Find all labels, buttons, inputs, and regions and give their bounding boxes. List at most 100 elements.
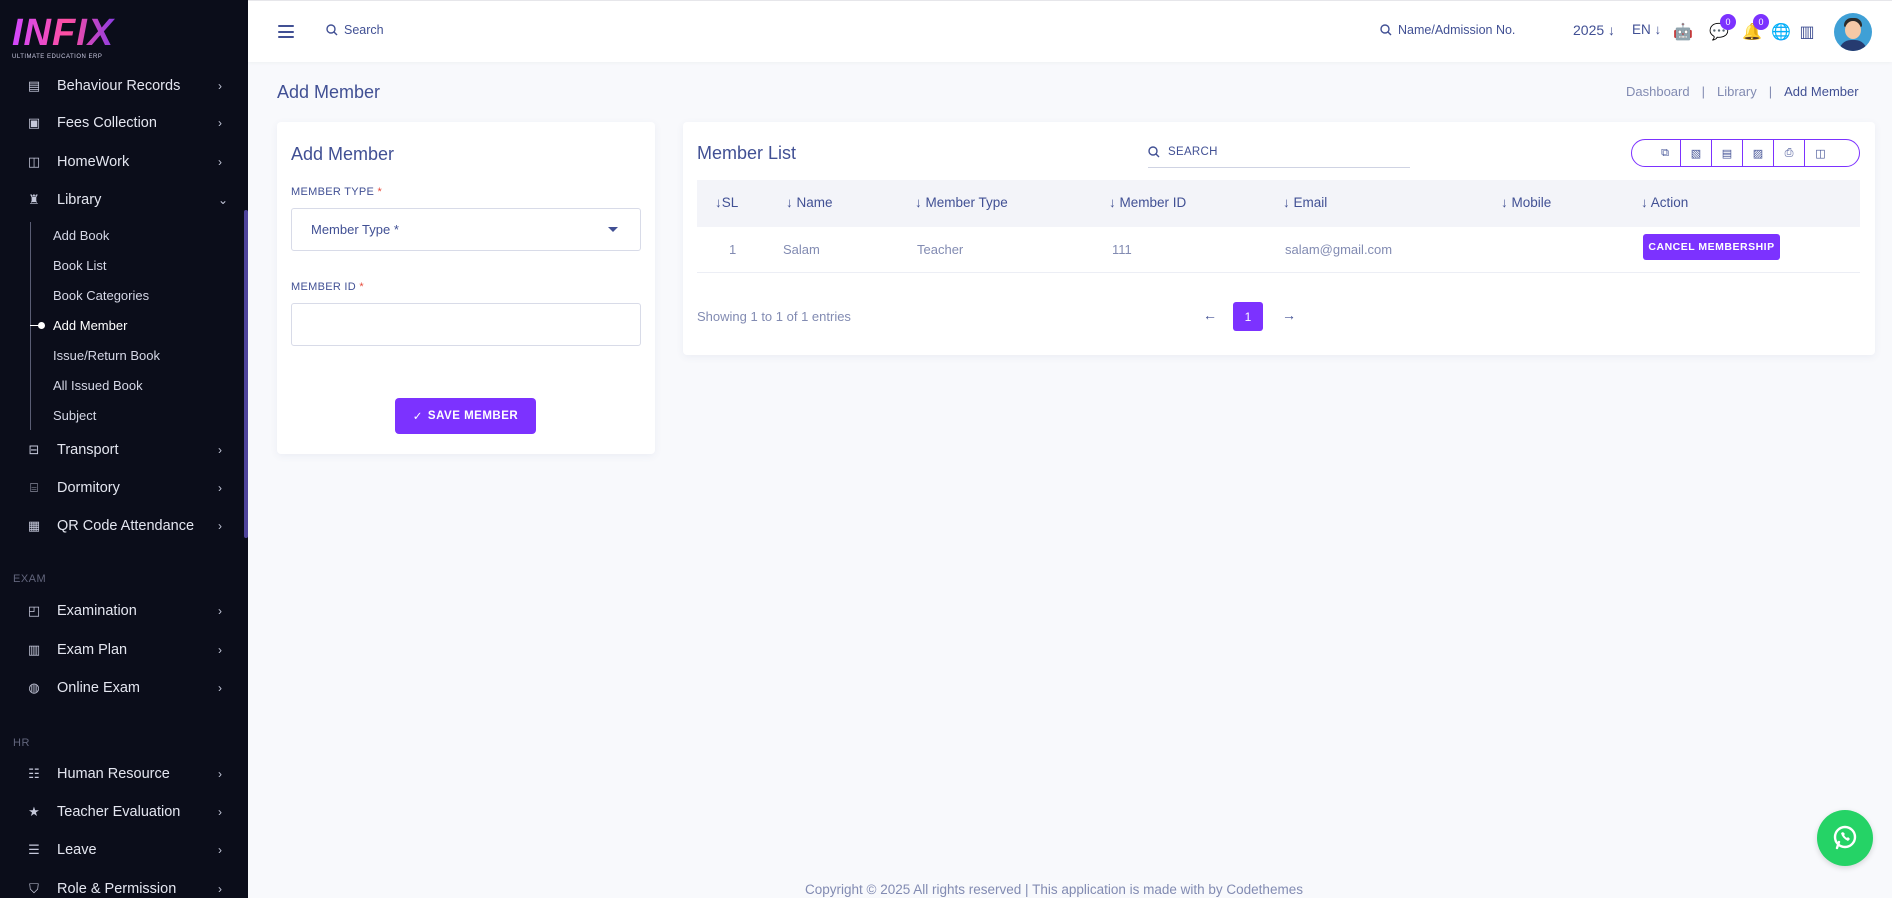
wallet-icon: ▣ [27,115,41,130]
sort-icon: ↓ [715,195,722,210]
save-member-button[interactable]: ✓ SAVE MEMBER [395,398,536,434]
copy-button[interactable]: ⧉ [1650,140,1681,166]
prev-page-icon[interactable]: ← [1203,307,1217,323]
academic-year-select[interactable]: 2025 ↓ [1573,22,1615,38]
cancel-membership-button[interactable]: CANCEL MEMBERSHIP [1643,234,1780,260]
document-icon: ▥ [27,642,41,657]
member-id-label: MEMBER ID * [291,281,364,293]
library-icon: ♜ [28,192,40,207]
search-icon [326,24,338,36]
qr-icon: ▦ [27,518,41,533]
print-icon: ⎙ [1784,146,1794,159]
sidebar-item-transport[interactable]: ⊟ Transport › [0,435,240,465]
sidebar-item-library[interactable]: ♜ Library ⌄ [0,185,240,215]
column-mobile[interactable]: ↓ Mobile [1501,195,1551,210]
check-icon: ✓ [412,411,423,423]
sidebar-item-label: Examination [57,603,137,619]
sidebar-subitem-issue-return-book[interactable]: Issue/Return Book [53,348,160,363]
sidebar-item-dormitory[interactable]: ⌸ Dormitory › [0,473,240,503]
sidebar-subitem-book-list[interactable]: Book List [53,258,106,273]
student-search[interactable]: Name/Admission No. [1380,23,1515,37]
breadcrumb-separator: | [1768,84,1773,99]
member-id-input[interactable] [291,303,641,346]
sort-icon: ↓ [1501,195,1512,210]
cell-member-type: Teacher [917,242,964,257]
column-action[interactable]: ↓ Action [1641,195,1688,210]
column-email[interactable]: ↓ Email [1283,195,1327,210]
sidebar-subitem-add-member[interactable]: Add Member [53,318,127,333]
pdf-button[interactable]: ▨ [1743,140,1774,166]
chevron-right-icon: › [218,882,222,896]
search-icon [1380,24,1392,36]
whatsapp-icon [1833,825,1857,850]
notification-button[interactable]: 🔔 0 [1741,14,1769,43]
sidebar-subitem-book-categories[interactable]: Book Categories [53,288,149,303]
sidebar-item-qr-code-attendance[interactable]: ▦ QR Code Attendance › [0,511,240,541]
column-sl[interactable]: ↓SL [715,195,738,210]
globe-icon[interactable]: 🌐 [1770,21,1792,43]
sidebar-item-online-exam[interactable]: ◍ Online Exam › [0,673,240,703]
columns-icon: ◫ [1815,147,1826,160]
chevron-right-icon: › [218,481,222,495]
header-search[interactable]: Search [326,23,384,37]
sidebar-item-label: Teacher Evaluation [57,804,181,820]
breadcrumb-library[interactable]: Library [1717,84,1757,99]
sidebar-item-label: Library [57,192,102,208]
avatar[interactable] [1834,13,1872,51]
column-member-id[interactable]: ↓ Member ID [1109,195,1186,210]
breadcrumb: Dashboard | Library | Add Member [1626,84,1859,99]
breadcrumb-separator: | [1701,84,1705,99]
page-button-current[interactable]: 1 [1233,302,1263,331]
sidebar-item-homework[interactable]: ◫ HomeWork › [0,147,240,177]
member-type-select[interactable]: Member Type * [291,208,641,251]
chat-badge: 0 [1720,14,1736,30]
chevron-down-icon: ⌄ [218,193,229,207]
brand-logo[interactable]: INFIX ULTIMATE EDUCATION ERP [12,14,122,66]
menu-toggle-icon[interactable] [278,25,294,38]
sidebar-item-human-resource[interactable]: ☷ Human Resource › [0,759,240,789]
sidebar-item-examination[interactable]: ◰ Examination › [0,596,240,626]
sidebar-scrollbar[interactable] [244,210,248,538]
chevron-right-icon: › [218,519,222,533]
excel-button[interactable]: ▧ [1681,140,1712,166]
breadcrumb-current: Add Member [1784,84,1859,99]
student-search-label: Name/Admission No. [1398,23,1516,37]
sort-icon: ↓ [1641,195,1651,210]
column-name[interactable]: ↓ Name [786,195,833,210]
chart-icon[interactable]: ▥ [1796,21,1818,43]
chevron-right-icon: › [218,79,222,93]
breadcrumb-dashboard[interactable]: Dashboard [1626,84,1690,99]
sidebar-item-role-permission[interactable]: ⛉ Role & Permission › [0,874,240,898]
sidebar-item-fees-collection[interactable]: ▣ Fees Collection › [0,108,240,138]
whatsapp-button[interactable] [1817,810,1873,866]
sidebar-item-behaviour-records[interactable]: ▤ Behaviour Records › [0,71,240,101]
next-page-icon[interactable]: → [1282,307,1296,323]
sidebar-subitem-subject[interactable]: Subject [53,408,96,423]
sidebar-item-label: Role & Permission [57,881,177,897]
sidebar-item-exam-plan[interactable]: ▥ Exam Plan › [0,635,240,665]
column-member-type[interactable]: ↓ Member Type [915,195,1008,210]
excel-icon: ▧ [1690,147,1702,160]
top-header: Search Name/Admission No. 2025 ↓ EN ↓ 🤖 … [248,0,1892,62]
entries-info: Showing 1 to 1 of 1 entries [697,309,851,324]
header-search-label: Search [344,23,384,37]
sidebar-item-label: Online Exam [57,680,141,696]
sidebar-subitem-all-issued-book[interactable]: All Issued Book [53,378,143,393]
columns-button[interactable]: ◫ [1805,140,1836,166]
robot-icon[interactable]: 🤖 [1672,21,1694,43]
sort-icon: ↓ [1109,195,1120,210]
cell-sl: 1 [729,242,737,257]
sidebar-subitem-add-book[interactable]: Add Book [53,228,109,243]
sidebar-item-teacher-evaluation[interactable]: ★ Teacher Evaluation › [0,797,240,827]
member-type-placeholder: Member Type * [311,222,399,237]
sidebar-item-label: Transport [57,442,119,458]
chat-button[interactable]: 💬 0 [1708,14,1736,43]
pdf-icon: ▨ [1752,147,1764,160]
print-button[interactable]: ⎙ [1774,140,1805,166]
sidebar-item-label: Behaviour Records [57,78,181,94]
page-title: Add Member [277,82,381,102]
language-select[interactable]: EN ↓ [1632,22,1661,37]
sidebar-item-leave[interactable]: ☰ Leave › [0,835,240,865]
list-search-input[interactable]: SEARCH [1148,136,1410,168]
csv-button[interactable]: ▤ [1712,140,1743,166]
